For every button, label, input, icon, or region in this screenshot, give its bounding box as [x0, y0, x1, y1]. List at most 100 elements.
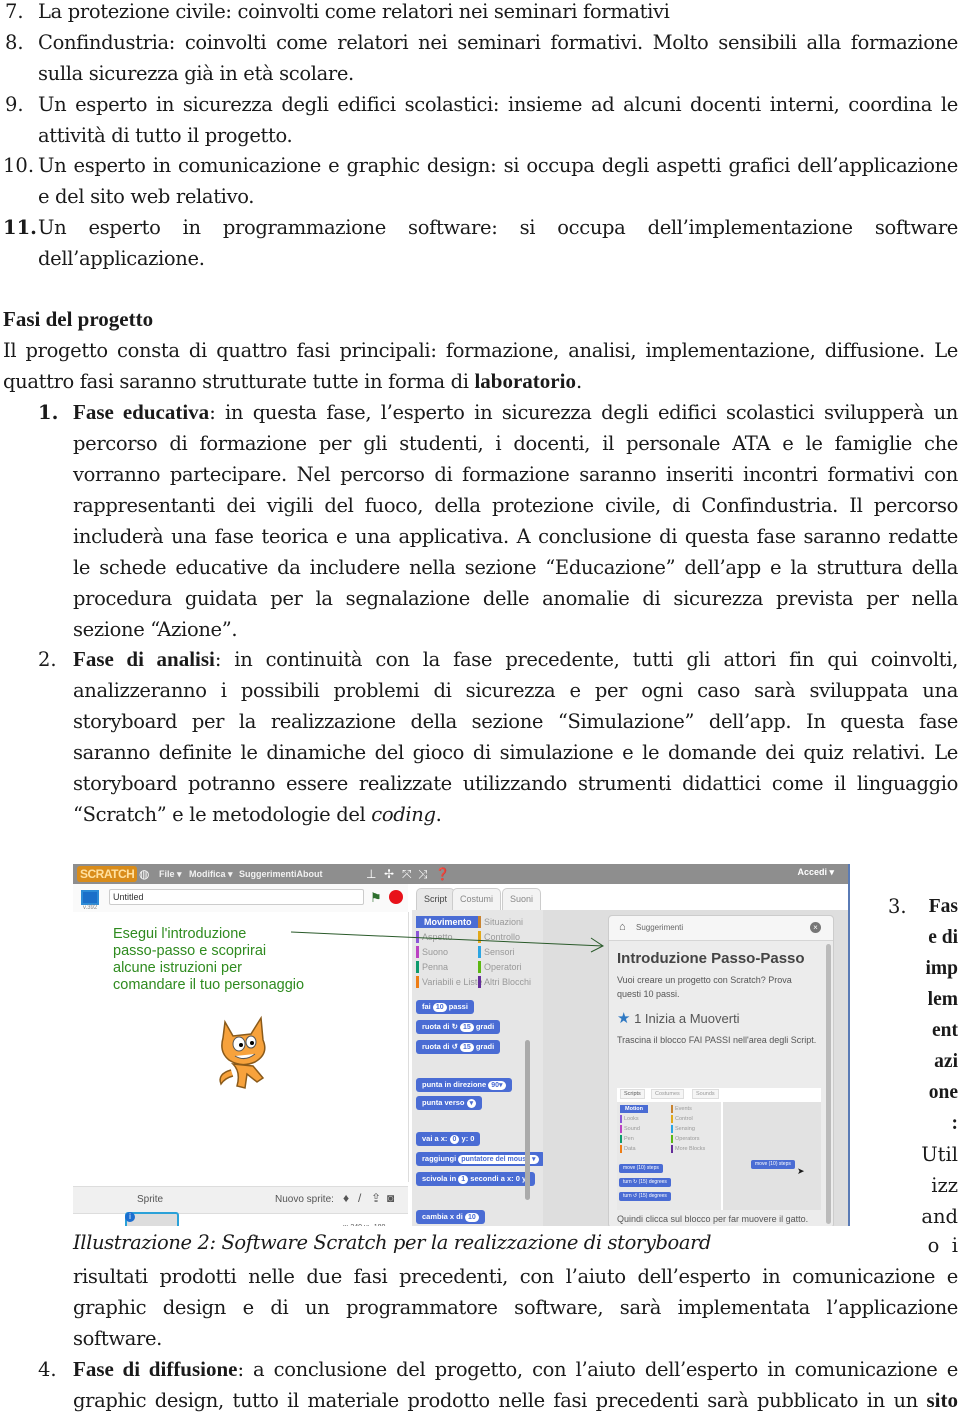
category-color-swatch — [671, 1135, 673, 1143]
phase-line: graphic design, tutto il materiale prodo… — [73, 1385, 958, 1416]
category-label: Data — [624, 1146, 636, 1152]
category-color-swatch — [620, 1145, 622, 1153]
category-color-swatch — [478, 961, 481, 973]
phase-number: 2. — [38, 648, 57, 671]
phase-line: includerà una fase teorica e una applica… — [73, 525, 958, 548]
category-label: Situazioni — [484, 917, 524, 927]
list-number: 9. — [5, 93, 24, 116]
list-number: 10. — [3, 154, 35, 177]
phase-title: Fase di analisi — [73, 647, 215, 671]
mini-category-looks: Looks — [620, 1115, 639, 1123]
star-icon: ★ — [617, 1010, 631, 1027]
code-block: cambia x di 10 — [416, 1210, 485, 1224]
category-label: Suono — [422, 947, 449, 957]
category-label: Aspetto — [422, 932, 453, 942]
cut-icon: ✢ — [384, 867, 395, 881]
intro-text: quattro fasi saranno strutturate tutte i… — [3, 370, 475, 393]
list-item-text: Un esperto in sicurezza degli edifici sc… — [38, 93, 958, 116]
palette-scrollbar — [525, 1040, 530, 1200]
section-heading: Fasi del progetto — [3, 307, 154, 331]
list-number: 7. — [5, 0, 24, 23]
category-penna: Penna — [416, 961, 448, 973]
coding-italic: coding — [371, 803, 436, 826]
tab-script: Script — [416, 888, 456, 911]
category-variabili-e-liste: Variabili e Liste — [416, 976, 482, 988]
block-label: cambia x di — [422, 1212, 465, 1221]
stage-text: Esegui l'introduzione passo-passo e scop… — [113, 926, 305, 993]
block-label: y: 0 — [459, 1134, 475, 1143]
block-label: raggiungi — [422, 1154, 459, 1163]
sprite-panel-header: Sprite Nuovo sprite: ♦ / ⇪ ◙ — [73, 1186, 408, 1214]
category-label: Motion — [625, 1106, 644, 1112]
duplicate-icon: ⊥ — [366, 867, 377, 881]
mini-tab: Costumes — [651, 1089, 684, 1099]
mini-category-motion: Motion — [620, 1105, 649, 1113]
category-label: Altri Blocchi — [484, 977, 532, 987]
phase-line: storyboard per la realizzazione della se… — [73, 710, 958, 733]
phase-line: storyboard potranno essere realizzate ut… — [73, 772, 958, 795]
mini-editor-image: Scripts Costumes Sounds Motion Events Look… — [617, 1088, 821, 1210]
tab-costumi: Costumi — [452, 888, 502, 911]
mini-palette: Motion Events Looks Control Sound Sensing Pen O… — [617, 1102, 721, 1210]
intro-line: quattro fasi saranno strutturate tutte i… — [3, 366, 582, 397]
block-label: secondi a x: 0 y: — [468, 1174, 529, 1183]
tips-panel: ⌂ Suggerimenti × Introduzione Passo-Pass… — [608, 915, 834, 1226]
category-color-swatch — [478, 916, 481, 928]
phase-text-fragment: and — [921, 1205, 958, 1228]
phase-line: analizzeranno i possibili problemi di si… — [73, 679, 958, 702]
phase-title-fragment: e di — [928, 927, 958, 948]
category-color-swatch — [671, 1145, 673, 1153]
category-label: Pen — [624, 1136, 634, 1142]
phase-number: 4. — [38, 1358, 57, 1381]
phase-number: 1. — [38, 401, 59, 424]
tips-title: Introduzione Passo-Passo — [617, 950, 805, 967]
grow-icon: ⤧ — [402, 867, 412, 881]
code-block: ruota di ↻ 15 gradi — [416, 1020, 501, 1034]
block-input: 10 — [464, 1213, 479, 1222]
phase-line: saranno definite le dinamiche del gioco … — [73, 741, 958, 764]
tips-step: ★ 1 Inizia a Muoverti — [617, 1009, 817, 1027]
code-block: punta verso ▾ — [416, 1096, 483, 1110]
block-label: gradi — [473, 1022, 495, 1031]
scratch-menubar: SCRATCH ◍ File ▾ Modifica ▾ Suggerimenti… — [73, 864, 848, 884]
block-label: gradi — [473, 1042, 495, 1051]
phase-line: Fase di diffusione: a conclusione del pr… — [73, 1354, 958, 1385]
paint-icon: / — [358, 1191, 362, 1205]
code-block: scivola in 1 secondi a x: 0 y: — [416, 1172, 535, 1186]
phase-line: “Scratch” e le metodologie del coding. — [73, 799, 442, 830]
tips-body: Introduzione Passo-Passo Vuoi creare un … — [617, 946, 817, 1047]
category-color-swatch — [478, 976, 481, 988]
tips-intro: Vuoi creare un progetto con Scratch? Pro… — [617, 975, 792, 999]
step-title: 1 Inizia a Muoverti — [634, 1011, 740, 1026]
mini-code-block: turn ↺ (15) degrees — [619, 1192, 671, 1201]
category-color-swatch — [620, 1115, 622, 1123]
phase-line: le schede educative da includere nella s… — [73, 556, 958, 579]
category-label: More Blocks — [675, 1146, 706, 1152]
phase-line: percorso di formazione per gli studenti,… — [73, 432, 958, 455]
list-number: 11. — [3, 216, 37, 239]
mini-tabs: Scripts Costumes Sounds — [617, 1088, 821, 1102]
tips-header-title: Suggerimenti — [636, 923, 684, 932]
category-situazioni: Situazioni — [478, 916, 523, 928]
sito-bold: sito — [926, 1388, 959, 1412]
phase-title: Fase educativa — [73, 400, 210, 424]
phase-title-fragment: azi — [934, 1051, 958, 1072]
phase-line: software. — [73, 1327, 163, 1350]
new-sprite-label: Nuovo sprite: — [275, 1194, 334, 1205]
sprite-library-icon: ♦ — [343, 1191, 350, 1205]
category-label: Controllo — [484, 932, 521, 942]
scratch-screenshot: SCRATCH ◍ File ▾ Modifica ▾ Suggerimenti… — [73, 864, 850, 1226]
category-color-swatch — [671, 1105, 673, 1113]
block-palette: Movimento Situazioni Aspetto Controllo Suono… — [412, 910, 545, 1226]
block-label: passi — [446, 1002, 468, 1011]
category-controllo: Controllo — [478, 931, 520, 943]
mini-tab: Scripts — [620, 1089, 645, 1099]
menu-suggerimenti-about: SuggerimentiAbout — [239, 869, 323, 879]
phase-text-fragment: Util — [921, 1143, 958, 1166]
category-color-swatch — [620, 1125, 622, 1133]
mini-category-events: Events — [671, 1105, 692, 1113]
block-input: 90▾ — [488, 1081, 506, 1090]
menu-modifica: Modifica ▾ — [189, 869, 233, 879]
category-aspetto: Aspetto — [416, 931, 453, 943]
category-sensori: Sensori — [478, 946, 515, 958]
